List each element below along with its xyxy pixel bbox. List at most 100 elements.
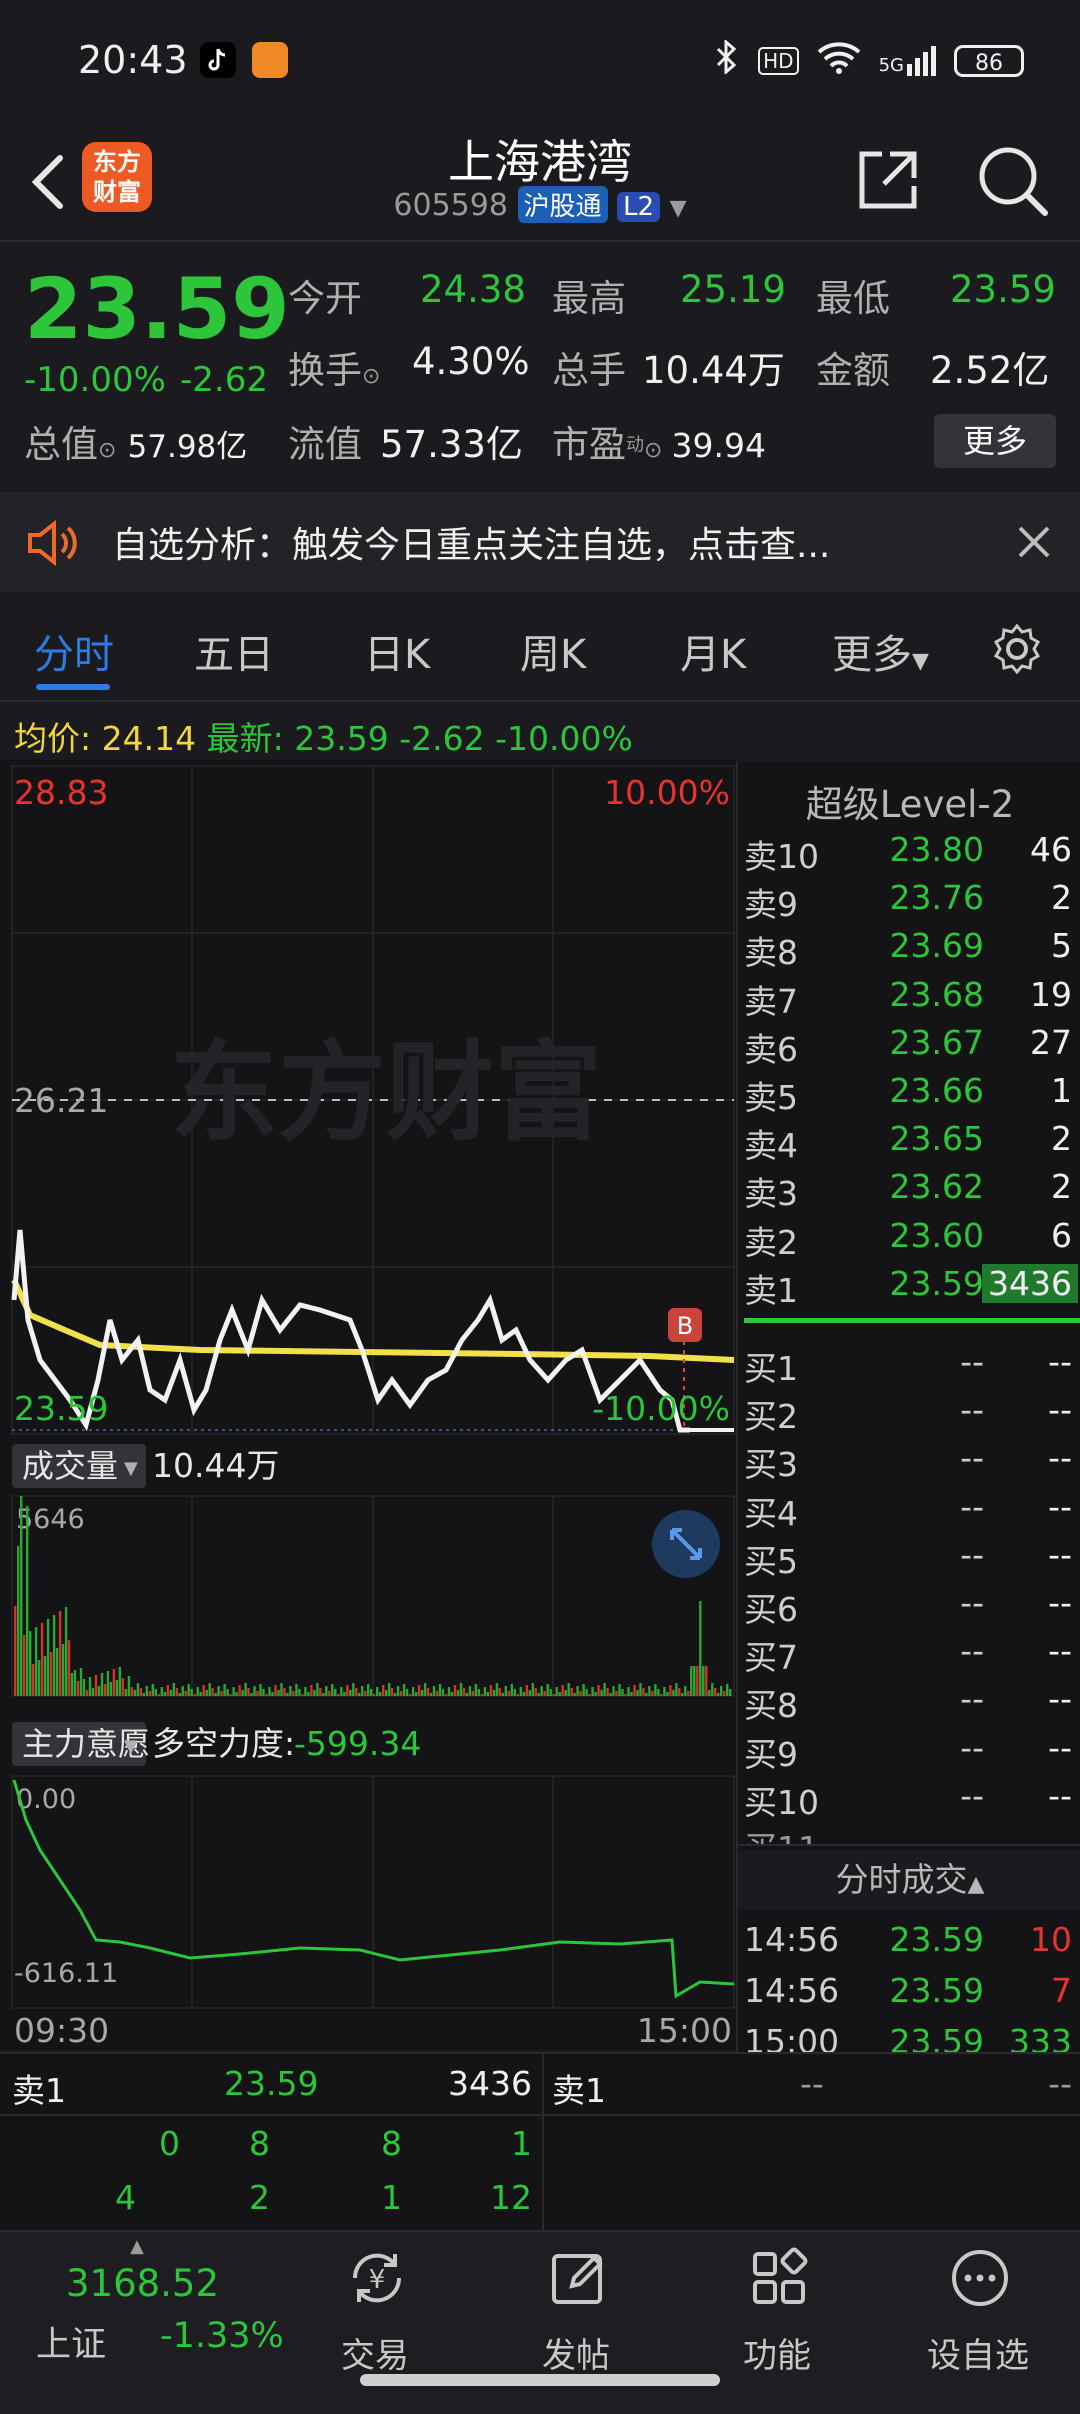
volume-bar	[633, 1685, 636, 1696]
volume-bar	[639, 1683, 642, 1696]
volume-bar	[307, 1692, 310, 1696]
bid-row[interactable]: 买2 -- --	[738, 1390, 1080, 1438]
nav-add-watchlist-label: 设自选	[927, 2336, 1029, 2376]
caret-up-icon: ▲	[130, 2236, 144, 2257]
volume-label: 总手	[552, 349, 626, 392]
ask-row[interactable]: 卖3 23.62 2	[738, 1167, 1080, 1215]
ask-row[interactable]: 卖8 23.69 5	[738, 926, 1080, 974]
volume-bar	[85, 1690, 89, 1696]
volume-bar	[169, 1690, 172, 1696]
nav-trade-label: 交易	[341, 2336, 409, 2376]
volume-bar	[331, 1684, 334, 1696]
volume-bar	[663, 1687, 666, 1696]
intraday-chart-area[interactable]: 东方财富 B 28.83 10.00% 26.21 23.59 -10.00% …	[0, 760, 736, 2050]
row-volume: 6	[1051, 1215, 1072, 1255]
close-icon[interactable]	[1014, 522, 1054, 566]
volume-bar	[229, 1694, 232, 1696]
volume-bar	[624, 1694, 627, 1696]
volume-bar	[256, 1691, 259, 1696]
volume-bar	[88, 1677, 92, 1696]
buy-marker-label: B	[677, 1312, 693, 1340]
ask-row[interactable]: 卖6 23.67 27	[738, 1023, 1080, 1071]
volume-bar	[573, 1693, 576, 1696]
volume-bar	[615, 1691, 618, 1696]
bid-row[interactable]: 买4 -- --	[738, 1487, 1080, 1535]
index-percent: -1.33%	[160, 2316, 284, 2356]
share-icon[interactable]	[852, 144, 924, 216]
bid-row[interactable]: 买10 -- --	[738, 1776, 1080, 1824]
nav-trade[interactable]: ¥ 交易	[305, 2232, 445, 2382]
tab-monthly-k[interactable]: 月K	[680, 622, 746, 680]
more-dots-icon	[952, 2250, 1008, 2306]
flow-axis-top: 0.00	[16, 1784, 76, 1815]
volume-bar	[672, 1690, 675, 1696]
pct-axis-top: 10.00%	[604, 773, 730, 812]
volume-bar	[388, 1683, 391, 1696]
wifi-icon	[817, 40, 861, 81]
level2-panel: 超级Level-2 卖10 23.80 46 卖9 23.76 2 卖8 23.69 5 卖7 23…	[736, 762, 1080, 2061]
bid-row[interactable]: 买3 -- --	[738, 1438, 1080, 1486]
ask-row[interactable]: 卖10 23.80 46	[738, 830, 1080, 878]
tab-five-day[interactable]: 五日	[194, 622, 274, 680]
bid-row[interactable]: 买5 -- --	[738, 1535, 1080, 1583]
chart-tabs: 分时 五日 日K 周K 月K 更多▼	[0, 600, 1080, 700]
volume-bar	[705, 1666, 708, 1696]
nav-post[interactable]: 发帖	[506, 2232, 646, 2382]
bid-row[interactable]: 买8 -- --	[738, 1679, 1080, 1727]
tab-intraday[interactable]: 分时	[34, 622, 114, 680]
volume-bar	[277, 1690, 280, 1696]
volume-bar	[322, 1693, 325, 1696]
price-axis-mid: 26.21	[14, 1081, 108, 1120]
volume-bar	[61, 1644, 65, 1696]
ask-row[interactable]: 卖9 23.76 2	[738, 878, 1080, 926]
float-cap-value: 57.33亿	[380, 423, 523, 466]
volume-bar	[567, 1683, 570, 1696]
volume-bar	[94, 1675, 98, 1696]
last-price: 23.59	[24, 260, 290, 358]
nav-add-watchlist[interactable]: 设自选	[908, 2232, 1048, 2382]
volume-bar	[681, 1693, 684, 1696]
volume-bar	[118, 1667, 122, 1696]
pe-ratio[interactable]: 市盈动⊙ 39.94	[552, 414, 766, 468]
nav-functions[interactable]: 功能	[707, 2232, 847, 2382]
tab-daily-k[interactable]: 日K	[364, 622, 430, 680]
volume-bar	[666, 1692, 669, 1696]
settings-gear-icon[interactable]	[990, 622, 1044, 680]
volume-bar	[73, 1670, 77, 1696]
bid-row[interactable]: 买1 -- --	[738, 1342, 1080, 1390]
flow-label: 多空力度:	[152, 1724, 295, 1763]
ask-row[interactable]: 卖4 23.65 2	[738, 1119, 1080, 1167]
volume-bar	[265, 1694, 268, 1696]
volume-bar	[136, 1683, 140, 1696]
row-price: --	[960, 1438, 984, 1478]
volume-bar	[657, 1689, 660, 1696]
tab-more[interactable]: 更多▼	[832, 622, 929, 680]
search-icon[interactable]	[974, 142, 1050, 218]
volume-bar	[187, 1684, 190, 1696]
row-price: --	[960, 1534, 984, 1574]
volume-bar	[510, 1684, 513, 1696]
notice-bar[interactable]: 自选分析：触发今日重点关注自选，点击查...	[0, 492, 1080, 592]
ask-row[interactable]: 卖5 23.66 1	[738, 1071, 1080, 1119]
volume-bar	[328, 1691, 331, 1696]
index-name: 上证	[36, 2325, 107, 2365]
bid-row[interactable]: 买7 -- --	[738, 1631, 1080, 1679]
volume-bar	[414, 1692, 418, 1696]
trades-title: 分时成交	[835, 1860, 968, 1899]
ask-row[interactable]: 卖1 23.59 3436	[738, 1263, 1080, 1312]
row-volume: --	[1048, 1486, 1072, 1526]
index-ticker[interactable]: ▲ 3168.52 上证 -1.33%	[20, 2232, 284, 2382]
ask-row[interactable]: 卖2 23.60 6	[738, 1216, 1080, 1264]
market-cap[interactable]: 总值⊙ 57.98亿	[24, 414, 247, 468]
row-price: 23.68	[889, 974, 984, 1014]
volume-bar	[648, 1686, 651, 1696]
volume-bar	[432, 1686, 436, 1696]
trades-header[interactable]: 分时成交▲	[738, 1850, 1080, 1910]
volume-bar	[193, 1694, 196, 1696]
tab-weekly-k[interactable]: 周K	[520, 622, 586, 680]
more-button[interactable]: 更多	[934, 414, 1056, 468]
home-indicator[interactable]	[360, 2374, 720, 2386]
ask-row[interactable]: 卖7 23.68 19	[738, 975, 1080, 1023]
bid-row[interactable]: 买9 -- --	[738, 1728, 1080, 1776]
bid-row[interactable]: 买6 -- --	[738, 1583, 1080, 1631]
